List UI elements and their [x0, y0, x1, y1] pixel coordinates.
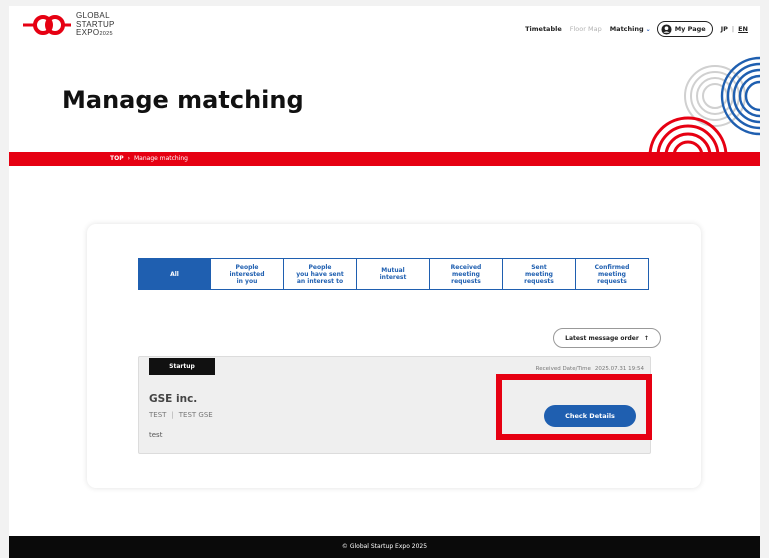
- tab-label-line: Sent: [531, 263, 547, 271]
- tab-label-line: Confirmed: [594, 263, 630, 271]
- breadcrumb: TOP › Manage matching: [110, 155, 188, 162]
- tab-label: Sent meeting requests: [524, 264, 554, 285]
- nav-timetable[interactable]: Timetable: [525, 25, 562, 33]
- tab-label-line: meeting: [598, 270, 626, 278]
- contact-names: TEST | TEST GSE: [149, 411, 213, 419]
- tab-label: Received meeting requests: [451, 264, 482, 285]
- tab-label-line: an interest to: [296, 277, 344, 285]
- breadcrumb-top-link[interactable]: TOP: [110, 155, 124, 162]
- received-datetime: Received Date/Time 2025.07.31 19:54: [536, 366, 644, 372]
- tab-label-line: requests: [524, 277, 554, 285]
- tab-people-you-sent-interest[interactable]: People you have sent an interest to: [284, 258, 357, 290]
- decorative-arcs-icon: [648, 56, 760, 156]
- tab-confirmed-meeting-requests[interactable]: Confirmed meeting requests: [576, 258, 649, 290]
- category-badge: Startup: [149, 358, 215, 375]
- lang-en[interactable]: EN: [738, 25, 748, 33]
- matching-card: All People interested in you People you hav…: [87, 224, 701, 488]
- filter-tabs: All People interested in you People you hav…: [138, 258, 649, 290]
- tab-sent-meeting-requests[interactable]: Sent meeting requests: [503, 258, 576, 290]
- tab-all[interactable]: All: [138, 258, 211, 290]
- tab-label-line: requests: [451, 277, 481, 285]
- nav-matching[interactable]: Matching ⌄: [610, 25, 651, 33]
- tab-label-line: meeting: [525, 270, 553, 278]
- received-date: 2025.07.31 19:54: [594, 366, 644, 372]
- nav-matching-label: Matching: [609, 25, 644, 33]
- logo-mark-icon: [23, 15, 71, 36]
- tab-label: Confirmed meeting requests: [595, 264, 630, 285]
- tab-label-line: Mutual: [381, 267, 405, 274]
- user-icon: [661, 23, 672, 35]
- item-note: test: [149, 431, 163, 439]
- logo-line: EXPO2025: [76, 28, 115, 39]
- chevron-down-icon: ⌄: [645, 26, 651, 33]
- tab-label-line: interest: [379, 274, 407, 281]
- site-header: GLOBAL STARTUP EXPO2025 Timetable Floor …: [9, 6, 760, 46]
- site-logo[interactable]: GLOBAL STARTUP EXPO2025: [21, 11, 115, 39]
- lang-separator: |: [731, 25, 735, 33]
- arrow-up-icon: ↑: [643, 334, 649, 342]
- logo-expo: EXPO: [76, 28, 100, 37]
- page-title: Manage matching: [62, 86, 304, 114]
- contact-name: TEST GSE: [178, 411, 213, 419]
- tab-label: People you have sent an interest to: [296, 264, 344, 285]
- contact-name: TEST: [149, 411, 167, 419]
- tab-label-line: you have sent: [296, 270, 344, 278]
- tab-label: All: [170, 270, 179, 278]
- company-name: GSE inc.: [149, 393, 198, 405]
- logo-year: 2025: [99, 31, 113, 37]
- my-page-button[interactable]: My Page: [656, 21, 713, 37]
- breadcrumb-bar: TOP › Manage matching: [9, 152, 760, 166]
- tab-label-line: in you: [236, 277, 258, 285]
- tab-label-line: People: [308, 263, 332, 271]
- tab-label-line: requests: [597, 277, 627, 285]
- tab-label-line: interested: [229, 270, 265, 278]
- highlight-box: [496, 374, 652, 440]
- breadcrumb-current: Manage matching: [134, 155, 188, 162]
- chevron-right-icon: ›: [127, 155, 130, 162]
- tab-mutual-interest[interactable]: Mutual interest: [357, 258, 430, 290]
- tab-label-line: People: [235, 263, 259, 271]
- copyright-text: © Global Startup Expo 2025: [341, 543, 428, 550]
- logo-wordmark: GLOBAL STARTUP EXPO2025: [76, 11, 115, 39]
- received-label: Received Date/Time: [535, 366, 591, 372]
- site-footer: © Global Startup Expo 2025: [9, 536, 760, 558]
- lang-jp[interactable]: JP: [721, 25, 728, 33]
- sort-order-button[interactable]: Latest message order ↑: [553, 328, 661, 348]
- name-separator: |: [171, 411, 174, 419]
- my-page-label: My Page: [674, 25, 706, 33]
- tab-people-interested-in-you[interactable]: People interested in you: [211, 258, 284, 290]
- tab-label-line: Received: [450, 263, 482, 271]
- sort-order-label: Latest message order: [565, 334, 639, 342]
- tab-received-meeting-requests[interactable]: Received meeting requests: [430, 258, 503, 290]
- nav-floor-map[interactable]: Floor Map: [570, 25, 602, 33]
- tab-label: People interested in you: [229, 264, 264, 285]
- tab-label: Mutual interest: [380, 267, 407, 281]
- main-nav: Timetable Floor Map Matching ⌄ My Page JP…: [517, 21, 748, 37]
- tab-label-line: meeting: [452, 270, 480, 278]
- page-frame: GLOBAL STARTUP EXPO2025 Timetable Floor …: [9, 6, 760, 558]
